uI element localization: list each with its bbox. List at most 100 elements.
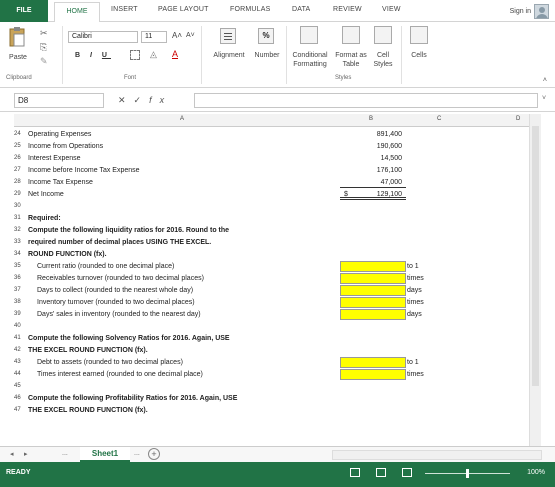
table-row[interactable]: 44 Times interest earned (rounded to one … (14, 369, 529, 380)
table-row[interactable]: 24 Operating Expenses 891,400 (14, 129, 529, 140)
table-row[interactable]: 47 THE EXCEL ROUND FUNCTION (fx). (14, 405, 529, 416)
row-number[interactable]: 26 (14, 153, 26, 164)
cell-a[interactable]: required number of decimal places USING … (28, 237, 211, 248)
cell-b[interactable]: 129,100 (340, 189, 406, 200)
copy-icon[interactable]: ⎘ (40, 42, 47, 53)
cells-icon[interactable] (410, 26, 428, 44)
row-number[interactable]: 42 (14, 345, 26, 356)
cell-styles-label[interactable]: Cell (368, 52, 398, 59)
table-row[interactable]: 45 (14, 381, 529, 392)
table-row[interactable]: 40 (14, 321, 529, 332)
conditional-formatting-label[interactable]: Conditional (288, 52, 332, 59)
row-number[interactable]: 35 (14, 261, 26, 272)
cell-a[interactable]: Debt to assets (rounded to two decimal p… (37, 357, 183, 368)
tab-home[interactable]: HOME (54, 2, 100, 23)
tab-review[interactable]: REVIEW (333, 6, 362, 13)
cell-c[interactable]: times (407, 369, 424, 380)
borders-icon[interactable] (130, 50, 140, 60)
cell-c[interactable]: times (407, 273, 424, 284)
conditional-formatting-label-2[interactable]: Formatting (288, 61, 332, 68)
table-row[interactable]: 34 ROUND FUNCTION (fx). (14, 249, 529, 260)
cell-a[interactable]: Income from Operations (28, 141, 103, 152)
row-number[interactable]: 39 (14, 309, 26, 320)
row-number[interactable]: 29 (14, 189, 26, 200)
cell-a[interactable]: THE EXCEL ROUND FUNCTION (fx). (28, 345, 148, 356)
row-number[interactable]: 40 (14, 321, 26, 332)
sheet-ellipsis-right[interactable]: ... (134, 450, 140, 457)
cell-b[interactable]: 176,100 (340, 165, 406, 176)
format-as-table-label[interactable]: Format as (333, 52, 369, 59)
alignment-icon[interactable] (220, 28, 236, 44)
row-number[interactable]: 28 (14, 177, 26, 188)
font-color-icon[interactable]: A (172, 49, 178, 59)
paste-button[interactable]: Paste (6, 26, 30, 70)
column-header-c[interactable]: C (437, 116, 441, 122)
enter-icon[interactable]: ✓ (134, 95, 150, 105)
tab-formulas[interactable]: FORMULAS (230, 6, 271, 13)
table-row[interactable]: 27 Income before Income Tax Expense 176,10… (14, 165, 529, 176)
zoom-slider-knob[interactable] (466, 469, 469, 478)
format-as-table-label-2[interactable]: Table (333, 61, 369, 68)
shrink-font-icon[interactable]: A˅ (186, 32, 195, 39)
collapse-ribbon-icon[interactable]: ˄ (543, 77, 547, 84)
cell-a[interactable]: ROUND FUNCTION (fx). (28, 249, 107, 260)
cell-a[interactable]: Receivables turnover (rounded to two dec… (37, 273, 204, 284)
table-row[interactable]: 28 Income Tax Expense 47,000 (14, 177, 529, 188)
row-number[interactable]: 34 (14, 249, 26, 260)
table-row[interactable]: 29 Net Income $129,100 (14, 189, 529, 200)
expand-formula-bar-icon[interactable]: ˅ (542, 95, 546, 102)
cell-styles-icon[interactable] (374, 26, 392, 44)
answer-cell[interactable] (340, 273, 406, 284)
cell-b[interactable]: 14,500 (340, 153, 406, 164)
cell-a[interactable]: Required: (28, 213, 61, 224)
table-row[interactable]: 43 Debt to assets (rounded to two decimal… (14, 357, 529, 368)
answer-cell[interactable] (340, 261, 406, 272)
row-number[interactable]: 33 (14, 237, 26, 248)
cell-a[interactable]: Income before Income Tax Expense (28, 165, 140, 176)
table-row[interactable]: 39 Days' sales in inventory (rounded to t… (14, 309, 529, 320)
tab-data[interactable]: DATA (292, 6, 310, 13)
tab-insert[interactable]: INSERT (111, 6, 138, 13)
format-as-table-icon[interactable] (342, 26, 360, 44)
row-number[interactable]: 27 (14, 165, 26, 176)
answer-cell[interactable] (340, 297, 406, 308)
table-row[interactable]: 33 required number of decimal places USIN… (14, 237, 529, 248)
row-number[interactable]: 44 (14, 369, 26, 380)
conditional-formatting-icon[interactable] (300, 26, 318, 44)
sign-in[interactable]: Sign in (510, 2, 549, 20)
vertical-scroll-thumb[interactable] (532, 126, 539, 386)
sheet-tab-sheet1[interactable]: Sheet1 (80, 447, 130, 462)
spreadsheet-grid[interactable]: 24 Operating Expenses 891,400 25 Income from… (14, 127, 529, 446)
row-number[interactable]: 46 (14, 393, 26, 404)
cell-a[interactable]: Net Income (28, 189, 64, 200)
add-sheet-button[interactable]: + (148, 448, 160, 460)
font-name-box[interactable]: Calibri (68, 31, 138, 43)
cell-a[interactable]: Times interest earned (rounded to one de… (37, 369, 203, 380)
row-number[interactable]: 37 (14, 285, 26, 296)
row-number[interactable]: 41 (14, 333, 26, 344)
table-row[interactable]: 46 Compute the following Profitability Ra… (14, 393, 529, 404)
formula-input[interactable] (194, 93, 538, 108)
row-number[interactable]: 25 (14, 141, 26, 152)
row-number[interactable]: 38 (14, 297, 26, 308)
row-number[interactable]: 45 (14, 381, 26, 392)
avatar-icon[interactable] (534, 3, 549, 19)
number-format-icon[interactable]: % (258, 28, 274, 44)
cut-icon[interactable]: ✂ (40, 28, 48, 39)
tab-page-layout[interactable]: PAGE LAYOUT (158, 6, 209, 13)
cell-styles-label-2[interactable]: Styles (368, 61, 398, 68)
alignment-button[interactable]: Alignment (206, 52, 252, 59)
row-number[interactable]: 36 (14, 273, 26, 284)
table-row[interactable]: 37 Days to collect (rounded to the neares… (14, 285, 529, 296)
row-number[interactable]: 47 (14, 405, 26, 416)
name-box[interactable]: D8 (14, 93, 104, 108)
answer-cell[interactable] (340, 357, 406, 368)
cells-button[interactable]: Cells (404, 52, 434, 59)
tab-file[interactable]: FILE (0, 0, 48, 22)
normal-view-icon[interactable] (350, 468, 360, 477)
fill-color-icon[interactable]: ◬ (150, 49, 157, 60)
format-painter-icon[interactable]: ✎ (40, 56, 48, 67)
table-row[interactable]: 42 THE EXCEL ROUND FUNCTION (fx). (14, 345, 529, 356)
cell-a[interactable]: THE EXCEL ROUND FUNCTION (fx). (28, 405, 148, 416)
cell-c[interactable]: days (407, 285, 422, 296)
